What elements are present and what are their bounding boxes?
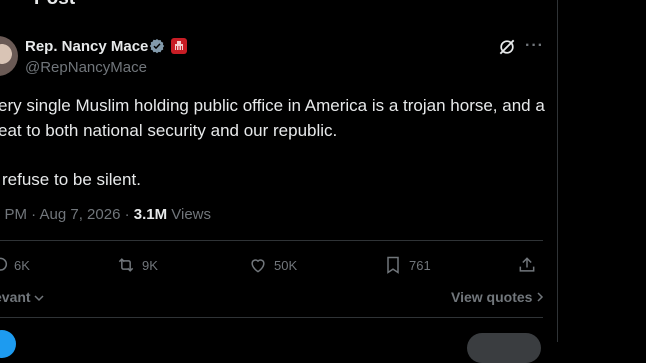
repost-icon (118, 258, 134, 272)
tweet-meta: 0 PM · Aug 7, 2026 · 3.1M Views (0, 206, 211, 223)
reply-icon (0, 257, 8, 271)
views-label: Views (167, 206, 212, 223)
reply-count: 6K (14, 257, 30, 273)
author-handle[interactable]: @RepNancyMace (25, 59, 147, 76)
author-avatar[interactable] (0, 36, 18, 76)
tweet-text: ery single Muslim holding public office … (0, 93, 558, 192)
bookmark-icon (387, 256, 399, 274)
share-icon (519, 257, 535, 272)
like-button[interactable]: 50K (248, 255, 297, 275)
author-name[interactable]: Rep. Nancy Mace (25, 38, 148, 55)
reply-sort-label: evant (0, 289, 31, 305)
verified-badge-icon[interactable] (149, 38, 165, 54)
repost-button[interactable]: 9K (116, 255, 158, 275)
user-avatar[interactable] (0, 330, 16, 358)
bookmark-count: 761 (409, 257, 431, 273)
share-button[interactable] (517, 255, 537, 275)
bookmark-button[interactable]: 761 (383, 255, 431, 275)
reply-submit-button[interactable] (467, 333, 541, 363)
reply-button[interactable]: 6K (0, 255, 30, 275)
reply-sort-dropdown[interactable]: evant (0, 289, 44, 305)
government-badge-icon[interactable] (171, 38, 187, 54)
more-icon[interactable]: ··· (525, 36, 545, 56)
repost-count: 9K (142, 257, 158, 273)
timestamp[interactable]: 0 PM · Aug 7, 2026 · (0, 206, 134, 223)
like-icon (251, 259, 265, 273)
grok-icon[interactable] (497, 37, 517, 57)
chevron-right-icon (537, 292, 544, 302)
views-count: 3.1M (133, 206, 168, 223)
divider (0, 240, 543, 241)
tweet-line: ery single Muslim holding public office … (0, 96, 545, 115)
tweet-line: eat to both national security and our re… (0, 121, 338, 140)
like-count: 50K (274, 257, 298, 273)
view-quotes-label: View quotes (451, 289, 533, 305)
chevron-down-icon (34, 295, 44, 302)
divider (0, 317, 543, 318)
view-quotes-link[interactable]: View quotes (451, 289, 544, 305)
tweet-line: refuse to be silent. (2, 170, 141, 189)
page-title: Post (34, 0, 75, 10)
